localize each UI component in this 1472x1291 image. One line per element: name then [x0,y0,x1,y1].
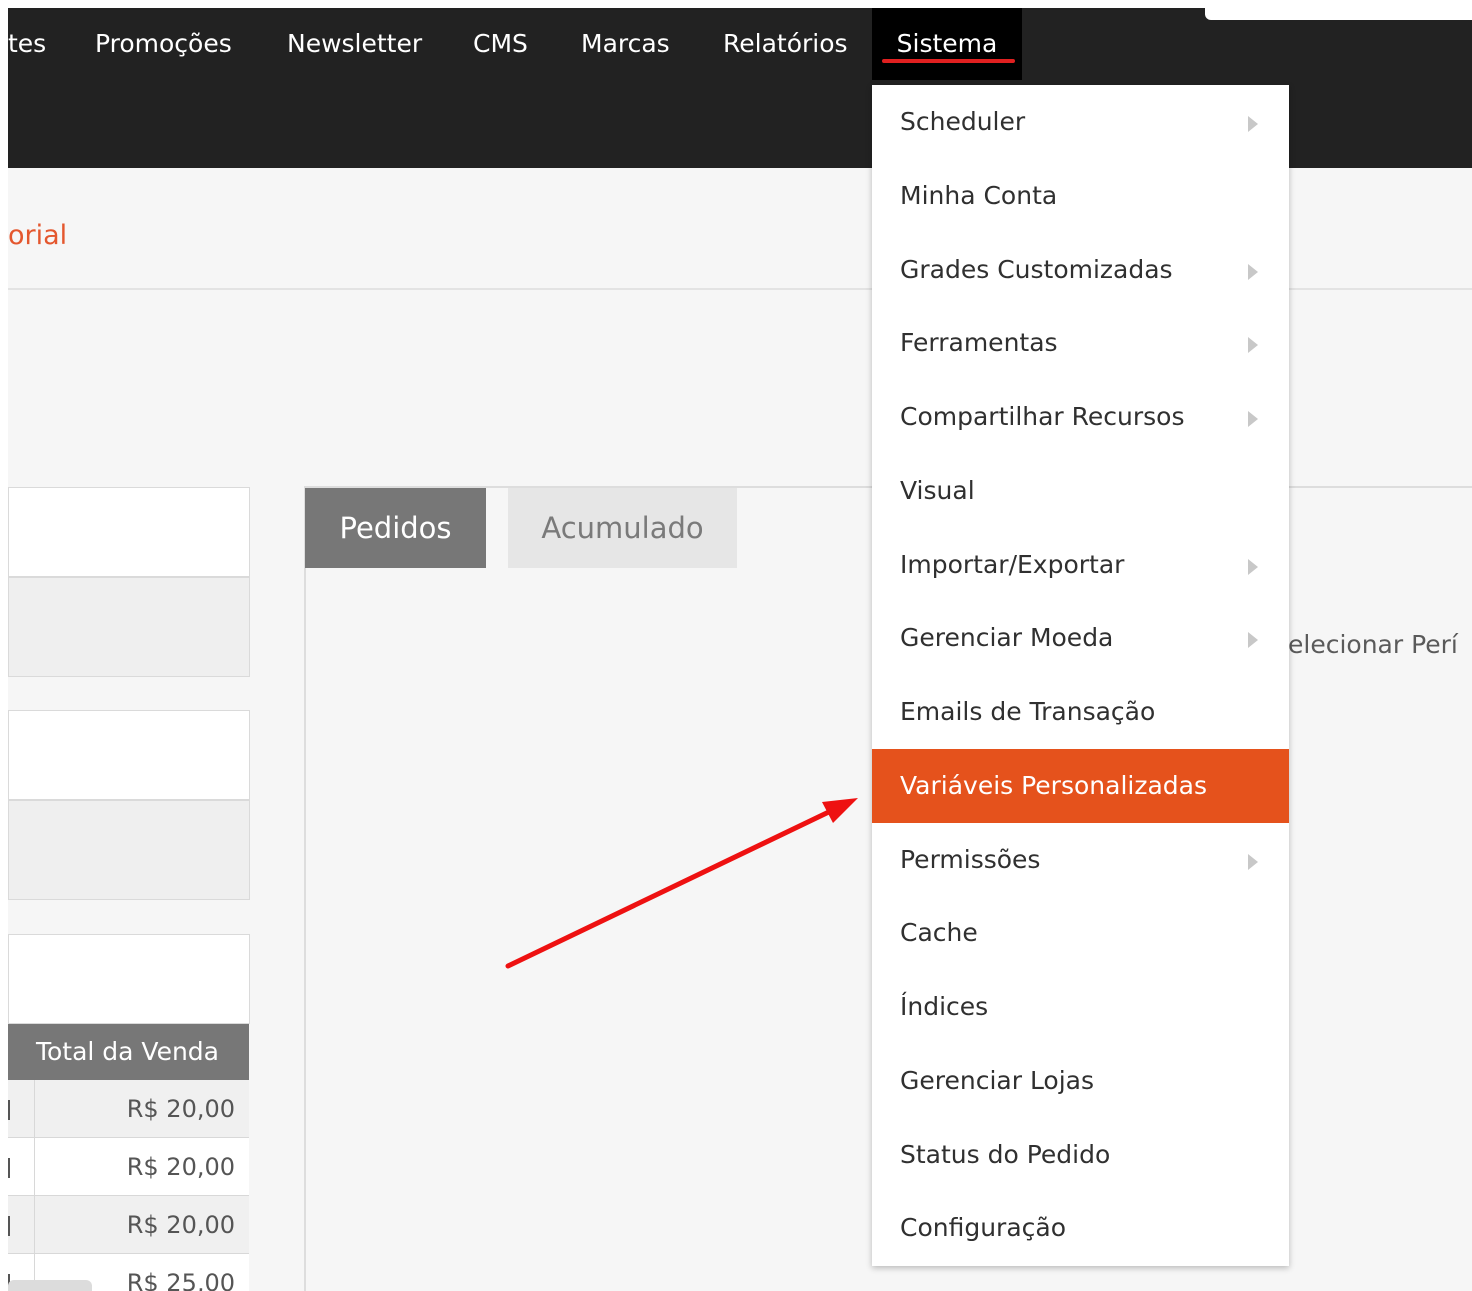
annotation-arrow-icon [505,798,858,969]
